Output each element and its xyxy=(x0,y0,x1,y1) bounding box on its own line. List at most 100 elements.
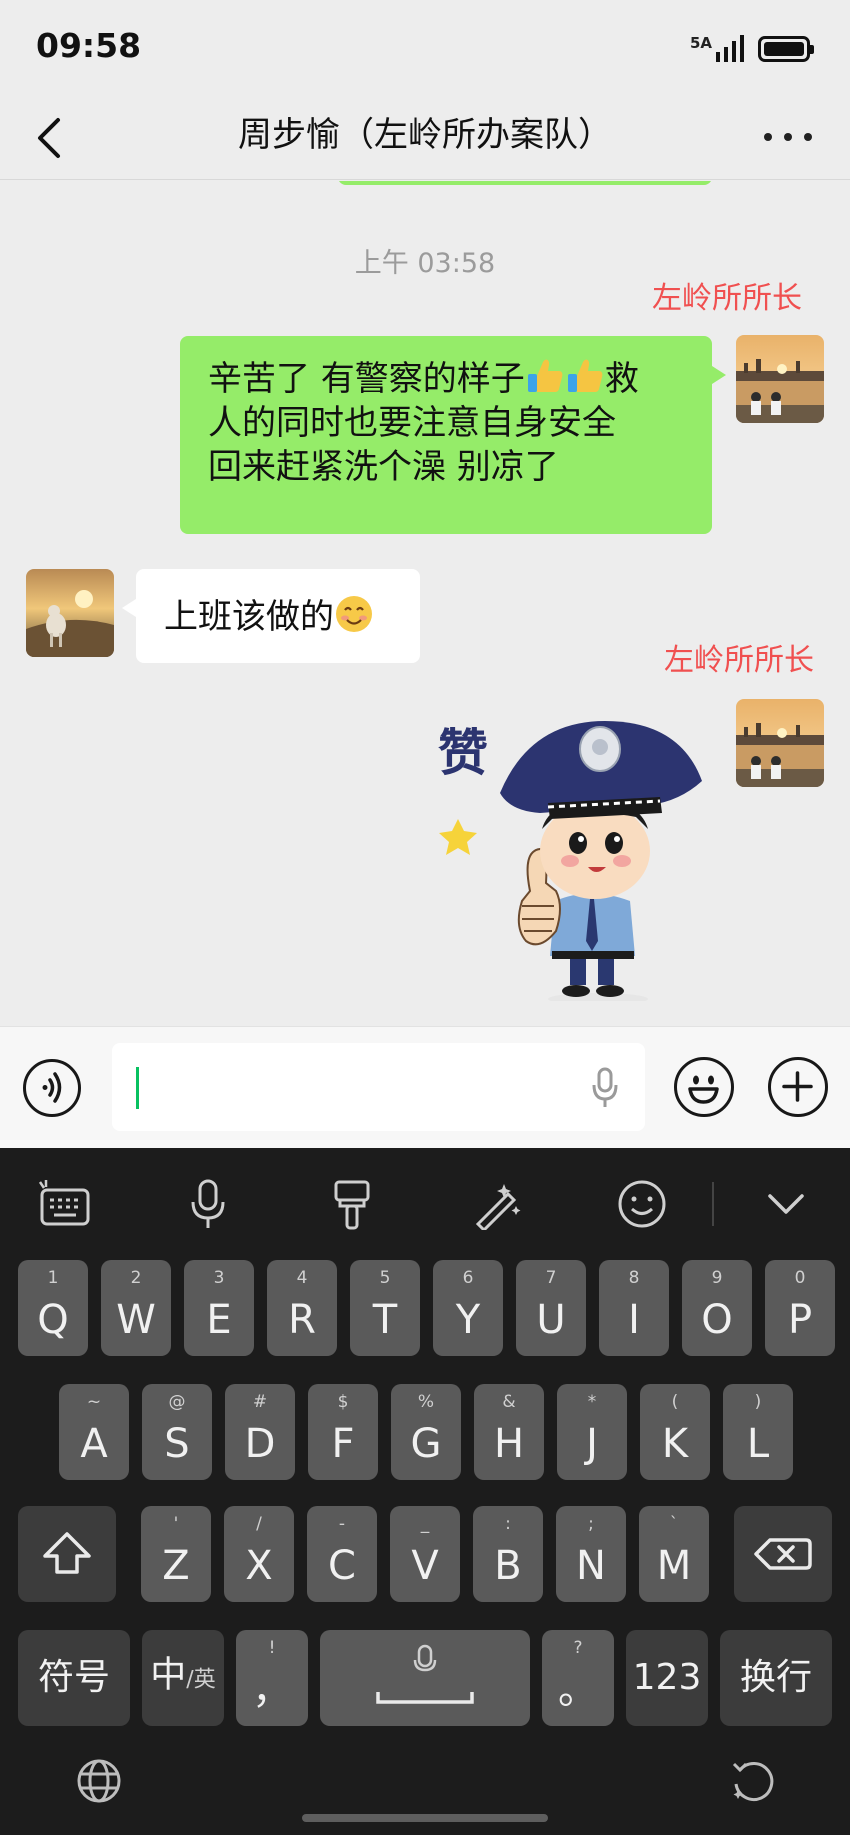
keyboard-settings-icon[interactable] xyxy=(36,1178,92,1230)
globe-icon[interactable] xyxy=(76,1758,122,1804)
key-t[interactable]: 5T xyxy=(350,1260,420,1356)
shift-key[interactable] xyxy=(18,1506,116,1602)
key-sub-label: : xyxy=(505,1514,511,1534)
space-key[interactable] xyxy=(320,1630,530,1726)
key-e[interactable]: 3E xyxy=(184,1260,254,1356)
message-text: 回来赶紧洗个澡 别凉了 xyxy=(208,447,559,487)
key-z[interactable]: ' Z xyxy=(141,1506,211,1602)
key-sub-label: 4 xyxy=(296,1268,308,1288)
language-switch-key[interactable]: 中/英 xyxy=(142,1630,224,1726)
key-sub-label: ; xyxy=(588,1514,594,1534)
comma-key-sub: ! xyxy=(268,1638,276,1658)
key-sub-label: 0 xyxy=(794,1268,806,1288)
message-text: 人的同时也要注意自身安全 xyxy=(208,403,616,443)
home-indicator[interactable] xyxy=(302,1814,548,1822)
key-c[interactable]: -C xyxy=(307,1506,377,1602)
backspace-key[interactable] xyxy=(734,1506,832,1602)
voice-input-icon[interactable] xyxy=(180,1178,236,1230)
comma-key[interactable]: ! ， xyxy=(236,1630,308,1726)
police-cartoon-icon xyxy=(439,721,702,1001)
key-p[interactable]: 0P xyxy=(765,1260,835,1356)
key-sub-label: 8 xyxy=(628,1268,640,1288)
key-sub-label: - xyxy=(338,1514,346,1534)
enter-key[interactable]: 换行 xyxy=(720,1630,832,1726)
key-q[interactable]: 1Q xyxy=(18,1260,88,1356)
more-actions-button[interactable] xyxy=(768,1057,828,1117)
message-bubble[interactable]: 上班该做的 xyxy=(122,569,420,663)
key-l[interactable]: ) L xyxy=(723,1384,793,1480)
key-m[interactable]: ` M xyxy=(639,1506,709,1602)
key-sub-label: ) xyxy=(754,1392,762,1412)
key-label: O xyxy=(701,1297,733,1343)
more-options-icon[interactable] xyxy=(764,122,812,152)
key-sub-label: # xyxy=(252,1392,268,1412)
soft-keyboard: 1Q2W3E4R5T6Y7U8I9O0P ~ A @ S # D $ F% G & H * J(K) L … xyxy=(0,1148,850,1835)
key-label: Y xyxy=(455,1297,481,1343)
key-label: D xyxy=(244,1421,276,1467)
voice-mode-button[interactable] xyxy=(23,1059,81,1117)
keyboard-refresh-icon[interactable] xyxy=(728,1756,778,1806)
emoji-button[interactable] xyxy=(674,1057,734,1117)
key-f[interactable]: $ F xyxy=(308,1384,378,1480)
police-thumbs-up-sticker[interactable]: 赞 xyxy=(430,701,710,1001)
key-sub-label: @ xyxy=(168,1392,186,1412)
key-j[interactable]: * J xyxy=(557,1384,627,1480)
collapse-chevron-icon[interactable] xyxy=(758,1178,814,1230)
key-n[interactable]: ; N xyxy=(556,1506,626,1602)
key-sub-label: / xyxy=(256,1514,262,1534)
key-label: S xyxy=(164,1421,190,1467)
numbers-key-label: 123 xyxy=(632,1657,702,1698)
key-sub-label: 3 xyxy=(213,1268,225,1288)
message-input[interactable] xyxy=(112,1043,645,1131)
key-sub-label: 5 xyxy=(379,1268,391,1288)
key-label: A xyxy=(80,1421,108,1467)
key-b[interactable]: :B xyxy=(473,1506,543,1602)
key-sub-label: ~ xyxy=(86,1392,102,1412)
key-u[interactable]: 7U xyxy=(516,1260,586,1356)
key-x[interactable]: / X xyxy=(224,1506,294,1602)
sender-name: 左岭所所长 xyxy=(652,281,802,316)
avatar-sunset-city[interactable] xyxy=(736,699,824,787)
key-s[interactable]: @ S xyxy=(142,1384,212,1480)
key-label: V xyxy=(411,1543,439,1589)
key-a[interactable]: ~ A xyxy=(59,1384,129,1480)
key-v[interactable]: _ V xyxy=(390,1506,460,1602)
avatar-lamb-sunset[interactable] xyxy=(26,569,114,657)
signal-icon xyxy=(716,35,744,62)
status-bar: 09:58 5A xyxy=(0,0,850,96)
key-k[interactable]: (K xyxy=(640,1384,710,1480)
avatar-sunset-city[interactable] xyxy=(736,335,824,423)
message-text: 辛苦了 有警察的样子 xyxy=(208,359,525,399)
microphone-icon[interactable] xyxy=(591,1067,619,1109)
voice-waves-icon xyxy=(42,1072,62,1103)
key-label: I xyxy=(628,1297,640,1343)
key-sub-label: % xyxy=(417,1392,435,1412)
numbers-key[interactable]: 123 xyxy=(626,1630,708,1726)
key-y[interactable]: 6Y xyxy=(433,1260,503,1356)
back-arrow-icon[interactable] xyxy=(30,114,70,162)
battery-icon xyxy=(758,36,814,62)
plus-icon xyxy=(782,1071,813,1102)
key-label: P xyxy=(787,1297,813,1343)
emoji-icon[interactable] xyxy=(614,1178,670,1230)
key-label: G xyxy=(410,1421,442,1467)
key-sub-label: $ xyxy=(337,1392,349,1412)
symbols-key[interactable]: 符号 xyxy=(18,1630,130,1726)
chat-area[interactable]: 上午 03:58 左岭所所长 辛苦了 有警察的样子救 人的同时也要注意自身安全 … xyxy=(0,181,850,1026)
key-d[interactable]: # D xyxy=(225,1384,295,1480)
key-sub-label: ` xyxy=(669,1514,679,1534)
key-r[interactable]: 4R xyxy=(267,1260,337,1356)
period-key[interactable]: ? 。 xyxy=(542,1630,614,1726)
theme-brush-icon[interactable] xyxy=(324,1178,380,1230)
key-sub-label: ' xyxy=(173,1514,179,1534)
key-o[interactable]: 9O xyxy=(682,1260,752,1356)
key-label: H xyxy=(493,1421,525,1467)
key-i[interactable]: 8I xyxy=(599,1260,669,1356)
toolbar-divider xyxy=(712,1182,714,1226)
message-bubble[interactable]: 辛苦了 有警察的样子 救 人的同时也要注意自身安全 回来赶紧洗个澡 别凉了 xyxy=(180,336,726,534)
sender-name: 左岭所所长 xyxy=(664,643,814,678)
key-g[interactable]: % G xyxy=(391,1384,461,1480)
key-h[interactable]: & H xyxy=(474,1384,544,1480)
magic-pen-icon[interactable] xyxy=(468,1178,524,1230)
key-w[interactable]: 2W xyxy=(101,1260,171,1356)
